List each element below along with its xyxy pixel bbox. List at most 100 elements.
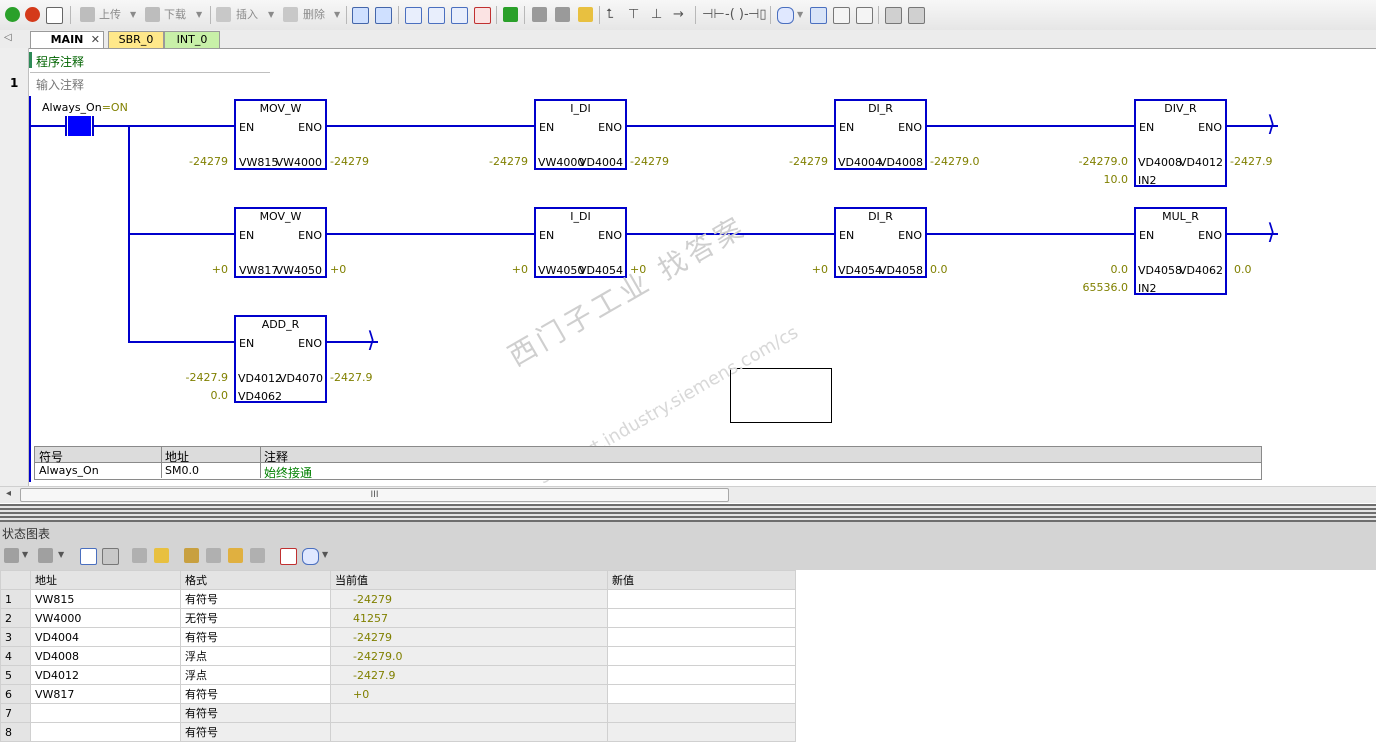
- line-right-icon[interactable]: →: [673, 6, 684, 24]
- properties-icon[interactable]: [856, 7, 873, 24]
- next-bookmark-icon[interactable]: [451, 7, 468, 24]
- chart-status-icon[interactable]: [375, 7, 392, 24]
- data-block-icon[interactable]: [908, 7, 925, 24]
- box-out-address[interactable]: VD4008: [879, 156, 923, 169]
- unlock-icon[interactable]: [555, 7, 570, 22]
- new-value-cell[interactable]: [607, 703, 796, 723]
- table-row[interactable]: 6 VW817 有符号 +0: [0, 684, 796, 704]
- instruction-box-add-r[interactable]: ADD_R EN ENO VD4012 VD4070 VD4062: [234, 315, 327, 403]
- address-cell[interactable]: VW4000: [30, 608, 181, 628]
- format-cell[interactable]: 有符号: [180, 627, 331, 647]
- instruction-box-di-r[interactable]: DI_R EN ENO VD4004 VD4008: [834, 99, 927, 170]
- instruction-box-mul-r[interactable]: MUL_R EN ENO VD4058 VD4062 IN2: [1134, 207, 1227, 295]
- insert-icon[interactable]: [216, 7, 231, 22]
- network-icon[interactable]: [405, 7, 422, 24]
- branch-icon[interactable]: ⮤: [606, 6, 614, 24]
- pause-icon[interactable]: [102, 548, 119, 565]
- download-button[interactable]: 下载: [164, 6, 186, 24]
- box-out-address[interactable]: VD4062: [1179, 264, 1223, 277]
- address-cell[interactable]: [30, 703, 181, 723]
- bookmark-icon[interactable]: [428, 7, 445, 24]
- address-cell[interactable]: VD4012: [30, 665, 181, 685]
- comment-dropdown-icon[interactable]: ▼: [322, 550, 328, 559]
- lock-icon[interactable]: [532, 7, 547, 22]
- delete-button[interactable]: 删除: [303, 6, 325, 24]
- address-cell[interactable]: VW817: [30, 684, 181, 704]
- instruction-box-i-di[interactable]: I_DI EN ENO VW4050 VD4054: [534, 207, 627, 278]
- table-row[interactable]: 2 VW4000 无符号 41257: [0, 608, 796, 628]
- download-icon[interactable]: [145, 7, 160, 22]
- box-in1-address[interactable]: VD4058: [1138, 264, 1182, 277]
- network-comment[interactable]: 输入注释: [36, 76, 84, 93]
- comment-icon[interactable]: [302, 548, 319, 565]
- edit-icon[interactable]: [833, 7, 850, 24]
- box-out-address[interactable]: VD4070: [279, 372, 323, 385]
- force-icon[interactable]: [184, 548, 199, 563]
- add-row-icon[interactable]: [4, 548, 19, 563]
- format-cell[interactable]: 有符号: [180, 684, 331, 704]
- new-value-cell[interactable]: [607, 608, 796, 628]
- compile-icon[interactable]: [46, 7, 63, 24]
- trend-view-icon[interactable]: [280, 548, 297, 565]
- insert-button[interactable]: 插入: [236, 6, 258, 24]
- format-cell[interactable]: 有符号: [180, 589, 331, 609]
- branch-down-icon[interactable]: ⊤: [628, 6, 639, 24]
- upload-dropdown-icon[interactable]: ▼: [130, 6, 136, 24]
- instruction-box-i-di[interactable]: I_DI EN ENO VW4000 VD4004: [534, 99, 627, 170]
- format-cell[interactable]: 有符号: [180, 722, 331, 742]
- box-in1-address[interactable]: VW815: [239, 156, 278, 169]
- force-icon[interactable]: [578, 7, 593, 22]
- box-in2-address[interactable]: IN2: [1138, 282, 1156, 295]
- chart-status-toggle-icon[interactable]: [80, 548, 97, 565]
- address-cell[interactable]: VD4008: [30, 646, 181, 666]
- format-cell[interactable]: 浮点: [180, 665, 331, 685]
- unforce-all-icon[interactable]: [228, 548, 243, 563]
- table-row[interactable]: 4 VD4008 浮点 -24279.0: [0, 646, 796, 666]
- tab-sbr0[interactable]: SBR_0: [108, 31, 164, 48]
- box-in1-address[interactable]: VW817: [239, 264, 278, 277]
- coil-icon[interactable]: -( )-: [725, 6, 749, 24]
- box-in2-address[interactable]: VD4062: [238, 390, 282, 403]
- table-row[interactable]: 7 有符号: [0, 703, 796, 723]
- symbol-table-icon[interactable]: [810, 7, 827, 24]
- add-row-dropdown-icon[interactable]: ▼: [22, 550, 28, 559]
- delete-icon[interactable]: [283, 7, 298, 22]
- scroll-left-icon[interactable]: ◂: [6, 488, 11, 499]
- contact-icon[interactable]: ⊣⊢: [702, 6, 725, 24]
- write-icon[interactable]: [154, 548, 169, 563]
- box-in1-address[interactable]: VW4000: [538, 156, 584, 169]
- new-value-cell[interactable]: [607, 646, 796, 666]
- tab-scroll-left-icon[interactable]: ◁: [4, 32, 12, 43]
- address-cell[interactable]: VW815: [30, 589, 181, 609]
- format-cell[interactable]: 浮点: [180, 646, 331, 666]
- upload-button[interactable]: 上传: [99, 6, 121, 24]
- new-value-cell[interactable]: [607, 627, 796, 647]
- comment-cell[interactable]: 始终接通: [264, 464, 312, 481]
- branch-up-icon[interactable]: ⊥: [651, 6, 662, 24]
- insert-dropdown-icon[interactable]: ▼: [268, 6, 274, 24]
- go-icon[interactable]: [503, 7, 518, 22]
- download-dropdown-icon[interactable]: ▼: [196, 6, 202, 24]
- box-out-address[interactable]: VW4000: [276, 156, 322, 169]
- instruction-box-div-r[interactable]: DIV_R EN ENO VD4008 VD4012 IN2: [1134, 99, 1227, 187]
- format-cell[interactable]: 有符号: [180, 703, 331, 723]
- box-out-address[interactable]: VD4004: [579, 156, 623, 169]
- program-status-icon[interactable]: [352, 7, 369, 24]
- box-out-address[interactable]: VD4058: [879, 264, 923, 277]
- tab-main[interactable]: MAIN ✕: [30, 31, 104, 48]
- box-in1-address[interactable]: VD4008: [1138, 156, 1182, 169]
- read-icon[interactable]: [132, 548, 147, 563]
- new-value-cell[interactable]: [607, 589, 796, 609]
- instruction-box-di-r[interactable]: DI_R EN ENO VD4054 VD4058: [834, 207, 927, 278]
- new-value-cell[interactable]: [607, 684, 796, 704]
- new-value-cell[interactable]: [607, 722, 796, 742]
- comment-toggle-icon[interactable]: [777, 7, 794, 24]
- table-row[interactable]: 3 VD4004 有符号 -24279: [0, 627, 796, 647]
- delete-dropdown-icon[interactable]: ▼: [334, 6, 340, 24]
- pou-icon[interactable]: [885, 7, 902, 24]
- instruction-box-mov-w[interactable]: MOV_W EN ENO VW817 VW4050: [234, 207, 327, 278]
- stop-icon[interactable]: [25, 7, 40, 22]
- format-cell[interactable]: 无符号: [180, 608, 331, 628]
- unforce-icon[interactable]: [206, 548, 221, 563]
- address-cell[interactable]: VD4004: [30, 627, 181, 647]
